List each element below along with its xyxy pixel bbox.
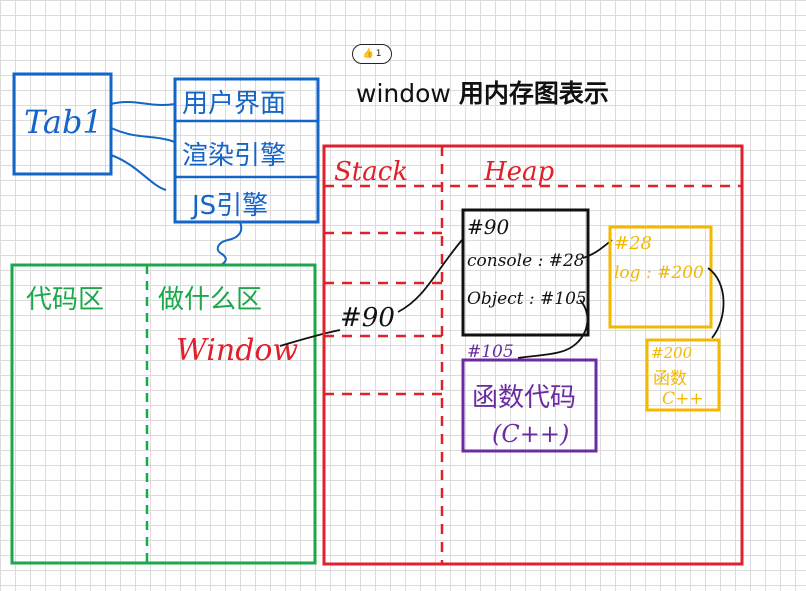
log-function-line2: C++ bbox=[662, 389, 704, 409]
stack-label: Stack bbox=[334, 157, 408, 187]
window-object-addr: #90 bbox=[467, 215, 509, 239]
module-js-engine: JS引擎 bbox=[190, 191, 268, 221]
function-code-line2: (C++) bbox=[492, 420, 569, 448]
window-label: Window bbox=[176, 333, 298, 368]
connector-line bbox=[216, 221, 243, 265]
heap-label: Heap bbox=[483, 157, 555, 187]
module-render-engine: 渲染引擎 bbox=[182, 141, 286, 171]
module-ui: 用户界面 bbox=[182, 89, 286, 119]
console-object-addr: #28 bbox=[614, 233, 652, 254]
tab-label: Tab1 bbox=[24, 103, 103, 141]
function-code-addr: #105 bbox=[467, 342, 514, 362]
connector-line bbox=[110, 154, 167, 191]
log-function-line1: 函数 bbox=[653, 369, 687, 389]
stack-value: #90 bbox=[340, 303, 395, 333]
memory-diagram: Tab1 用户界面 渲染引擎 JS引擎 代码区 做什么区 Window Stac… bbox=[10, 72, 744, 566]
function-code-line1: 函数代码 bbox=[472, 383, 576, 413]
log-function-addr: #200 bbox=[651, 344, 693, 362]
window-object-object: Object : #105 bbox=[467, 289, 587, 309]
connector-line bbox=[110, 101, 176, 106]
window-object-console: console : #28 bbox=[467, 251, 585, 271]
stack-to-heap-arrow bbox=[397, 239, 463, 313]
work-area-label: 做什么区 bbox=[158, 285, 262, 315]
connector-line bbox=[110, 127, 176, 143]
console-object-log: log : #200 bbox=[614, 263, 704, 283]
code-area-label: 代码区 bbox=[26, 285, 104, 315]
